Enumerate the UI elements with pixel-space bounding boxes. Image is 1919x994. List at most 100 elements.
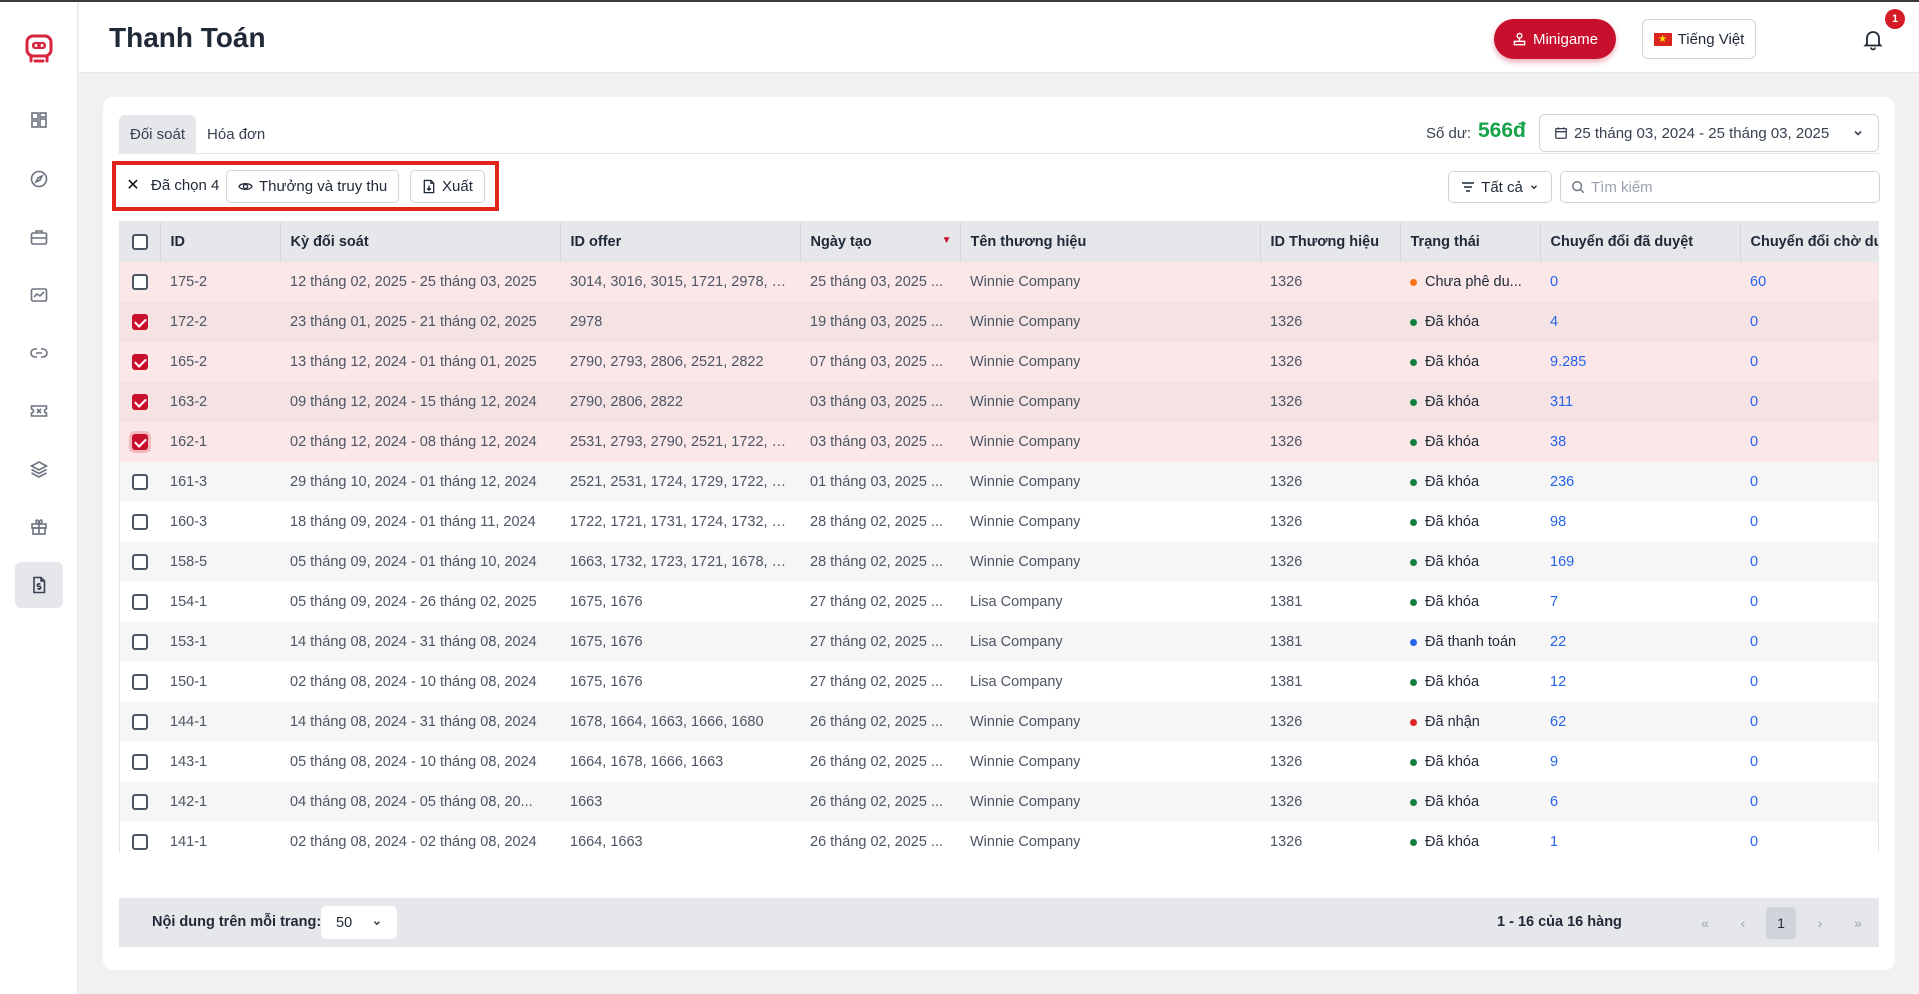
cell-approved-conversions[interactable]: 236 — [1540, 462, 1740, 502]
cell-pending-conversions[interactable]: 0 — [1740, 462, 1878, 502]
cell-pending-conversions[interactable]: 0 — [1740, 582, 1878, 622]
table-row[interactable]: 165-2 13 tháng 12, 2024 - 01 tháng 01, 20… — [120, 342, 1878, 382]
search-input[interactable] — [1591, 178, 1861, 196]
cell-period: 29 tháng 10, 2024 - 01 tháng 12, 2024 — [280, 462, 560, 502]
row-checkbox[interactable] — [132, 714, 148, 731]
sidebar-item-payments[interactable] — [15, 562, 63, 608]
table-row[interactable]: 143-1 05 tháng 08, 2024 - 10 tháng 08, 20… — [120, 742, 1878, 782]
row-checkbox[interactable] — [132, 394, 148, 411]
select-all-checkbox[interactable] — [131, 234, 148, 251]
row-checkbox[interactable] — [132, 274, 148, 291]
first-page-icon[interactable]: « — [1690, 907, 1720, 939]
row-checkbox[interactable] — [132, 674, 148, 691]
sidebar-item-vouchers[interactable] — [15, 388, 63, 434]
row-checkbox[interactable] — [132, 354, 148, 371]
status-filter-dropdown[interactable]: Tất cả — [1448, 171, 1552, 203]
table-row[interactable]: 153-1 14 tháng 08, 2024 - 31 tháng 08, 20… — [120, 622, 1878, 662]
row-checkbox[interactable] — [132, 594, 148, 611]
export-button[interactable]: Xuất — [410, 170, 485, 203]
next-page-icon[interactable]: › — [1805, 907, 1835, 939]
cell-pending-conversions[interactable]: 0 — [1740, 742, 1878, 782]
table-row[interactable]: 150-1 02 tháng 08, 2024 - 10 tháng 08, 20… — [120, 662, 1878, 702]
cell-pending-conversions[interactable]: 0 — [1740, 822, 1878, 853]
cell-approved-conversions[interactable]: 12 — [1540, 662, 1740, 702]
row-checkbox[interactable] — [132, 474, 148, 491]
table-row[interactable]: 175-2 12 tháng 02, 2025 - 25 tháng 03, 20… — [120, 262, 1878, 302]
cell-pending-conversions[interactable]: 0 — [1740, 502, 1878, 542]
header: Thanh Toán Minigame ★ Tiếng Việt 1 — [79, 2, 1919, 73]
table-row[interactable]: 162-1 02 tháng 12, 2024 - 08 tháng 12, 20… — [120, 422, 1878, 462]
row-checkbox[interactable] — [132, 634, 148, 651]
cell-pending-conversions[interactable]: 0 — [1740, 542, 1878, 582]
row-checkbox[interactable] — [132, 314, 148, 331]
table-row[interactable]: 141-1 02 tháng 08, 2024 - 02 tháng 08, 20… — [120, 822, 1878, 853]
cell-pending-conversions[interactable]: 0 — [1740, 662, 1878, 702]
date-range-picker[interactable]: 25 tháng 03, 2024 - 25 tháng 03, 2025 — [1539, 114, 1879, 152]
cell-approved-conversions[interactable]: 0 — [1540, 262, 1740, 302]
minigame-button[interactable]: Minigame — [1494, 19, 1616, 59]
tab-invoices[interactable]: Hóa đơn — [196, 115, 276, 153]
cell-approved-conversions[interactable]: 7 — [1540, 582, 1740, 622]
table-row[interactable]: 142-1 04 tháng 08, 2024 - 05 tháng 08, 20… — [120, 782, 1878, 822]
cell-approved-conversions[interactable]: 311 — [1540, 382, 1740, 422]
column-header-created-sorted[interactable]: Ngày tạo ▼ — [800, 222, 961, 262]
logo-icon[interactable] — [22, 34, 56, 64]
column-header-period[interactable]: Kỳ đối soát — [280, 222, 561, 262]
sidebar-item-rewards[interactable] — [15, 504, 63, 550]
cell-pending-conversions[interactable]: 0 — [1740, 382, 1878, 422]
sidebar-item-reports[interactable] — [15, 272, 63, 318]
table-row[interactable]: 154-1 05 tháng 09, 2024 - 26 tháng 02, 20… — [120, 582, 1878, 622]
cell-pending-conversions[interactable]: 0 — [1740, 422, 1878, 462]
prev-page-icon[interactable]: ‹ — [1728, 907, 1758, 939]
bonus-and-recovery-button[interactable]: Thưởng và truy thu — [226, 170, 400, 203]
cell-approved-conversions[interactable]: 1 — [1540, 822, 1740, 853]
column-header-offer-id[interactable]: ID offer — [560, 222, 801, 262]
row-checkbox[interactable] — [132, 794, 148, 811]
row-checkbox[interactable] — [132, 754, 148, 771]
table-row[interactable]: 158-5 05 tháng 09, 2024 - 01 tháng 10, 20… — [120, 542, 1878, 582]
language-selector[interactable]: ★ Tiếng Việt — [1642, 19, 1756, 59]
column-header-approved-conversions[interactable]: Chuyển đổi đã duyệt — [1540, 222, 1741, 262]
cell-approved-conversions[interactable]: 62 — [1540, 702, 1740, 742]
cell-approved-conversions[interactable]: 9 — [1540, 742, 1740, 782]
column-header-brand-id[interactable]: ID Thương hiệu — [1260, 222, 1401, 262]
cell-approved-conversions[interactable]: 38 — [1540, 422, 1740, 462]
last-page-icon[interactable]: » — [1843, 907, 1873, 939]
table-row[interactable]: 161-3 29 tháng 10, 2024 - 01 tháng 12, 20… — [120, 462, 1878, 502]
clear-selection-icon[interactable]: ✕ — [124, 176, 142, 194]
row-checkbox[interactable] — [132, 514, 148, 531]
row-checkbox[interactable] — [132, 833, 148, 850]
cell-approved-conversions[interactable]: 4 — [1540, 302, 1740, 342]
column-header-id[interactable]: ID — [160, 222, 281, 262]
table-row[interactable]: 144-1 14 tháng 08, 2024 - 31 tháng 08, 20… — [120, 702, 1878, 742]
cell-pending-conversions[interactable]: 0 — [1740, 302, 1878, 342]
cell-approved-conversions[interactable]: 169 — [1540, 542, 1740, 582]
bell-icon[interactable] — [1861, 27, 1885, 51]
sidebar-item-dashboard[interactable] — [15, 97, 63, 143]
column-header-status[interactable]: Trạng thái — [1400, 222, 1541, 262]
cell-pending-conversions[interactable]: 0 — [1740, 782, 1878, 822]
table-row[interactable]: 163-2 09 tháng 12, 2024 - 15 tháng 12, 20… — [120, 382, 1878, 422]
cell-pending-conversions[interactable]: 60 — [1740, 262, 1878, 302]
rows-per-page-select[interactable]: 50 — [321, 906, 397, 939]
sidebar-item-explore[interactable] — [15, 156, 63, 202]
column-header-pending-conversions[interactable]: Chuyển đổi chờ duyệt — [1740, 222, 1878, 262]
cell-pending-conversions[interactable]: 0 — [1740, 702, 1878, 742]
cell-pending-conversions[interactable]: 0 — [1740, 342, 1878, 382]
tab-reconciliation[interactable]: Đối soát — [119, 115, 197, 153]
cell-approved-conversions[interactable]: 6 — [1540, 782, 1740, 822]
row-checkbox[interactable] — [132, 434, 148, 451]
sidebar-item-campaigns[interactable] — [15, 214, 63, 260]
cell-pending-conversions[interactable]: 0 — [1740, 622, 1878, 662]
cell-approved-conversions[interactable]: 98 — [1540, 502, 1740, 542]
cell-approved-conversions[interactable]: 22 — [1540, 622, 1740, 662]
sidebar-item-layers[interactable] — [15, 446, 63, 492]
column-header-brand[interactable]: Tên thương hiệu — [960, 222, 1261, 262]
page-button-current[interactable]: 1 — [1766, 907, 1796, 939]
sidebar-item-links[interactable] — [15, 330, 63, 376]
table-row[interactable]: 172-2 23 tháng 01, 2025 - 21 tháng 02, 20… — [120, 302, 1878, 342]
row-checkbox[interactable] — [132, 554, 148, 571]
cell-offer-ids: 3014, 3016, 3015, 1721, 2978, 2... — [560, 262, 800, 302]
cell-approved-conversions[interactable]: 9.285 — [1540, 342, 1740, 382]
table-row[interactable]: 160-3 18 tháng 09, 2024 - 01 tháng 11, 20… — [120, 502, 1878, 542]
